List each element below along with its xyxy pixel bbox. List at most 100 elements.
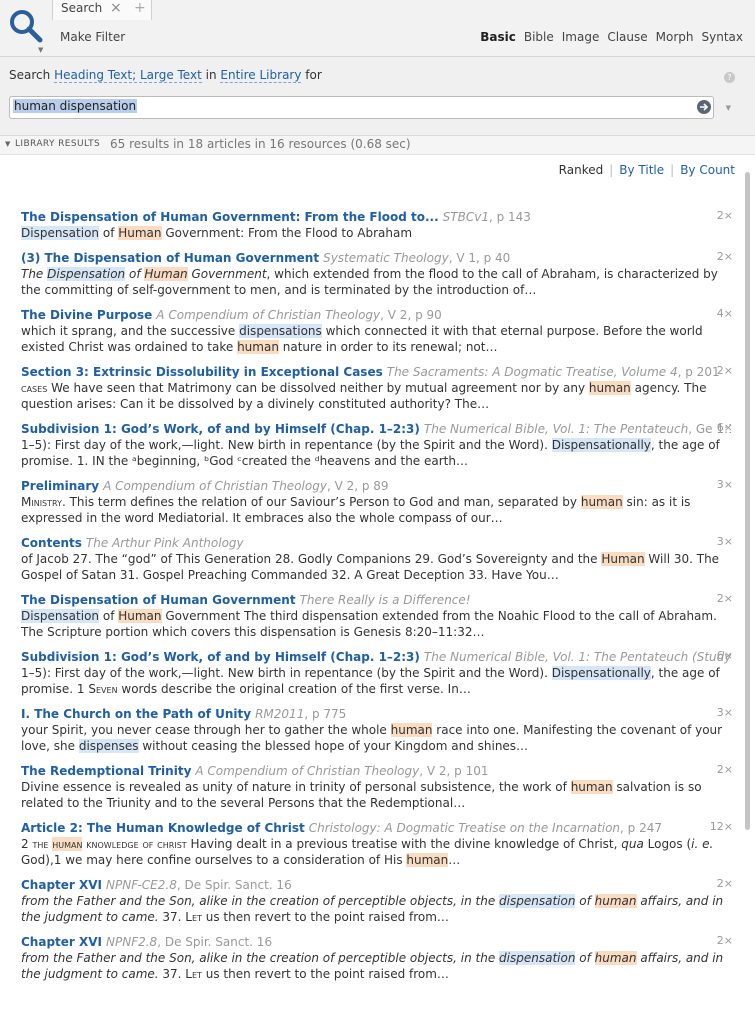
help-icon[interactable]: ?	[724, 72, 735, 83]
make-filter-button[interactable]: Make Filter	[60, 30, 125, 44]
search-mode-tabs: Basic Bible Image Clause Morph Syntax	[472, 30, 743, 44]
field-selector[interactable]: Heading Text; Large Text	[54, 68, 202, 83]
result-hit-count: 2×	[716, 763, 733, 776]
snippet-text: of	[125, 267, 145, 281]
result-source: STBCv1	[442, 210, 489, 224]
search-hit-highlight: Dispensation	[21, 226, 100, 240]
mode-tab-bible[interactable]: Bible	[524, 30, 554, 44]
result-title[interactable]: I. The Church on the Path of Unity	[21, 707, 251, 721]
result-title[interactable]: Article 2: The Human Knowledge of Christ	[21, 821, 305, 835]
result-source: NPNF-CE2.8	[106, 878, 177, 892]
for-word: for	[305, 68, 322, 82]
snippet-text: us then revert to the point raised from…	[201, 910, 449, 924]
result-location: , V 2, p 101	[419, 764, 489, 778]
result-item: Contents The Arthur Pink Anthology 3× of Ja…	[21, 535, 733, 583]
go-button[interactable]	[697, 100, 711, 114]
snippet-text: 1–5): First day of the work,—light. New …	[21, 666, 552, 680]
search-hit-highlight: Dispensationally	[551, 666, 651, 680]
search-hit-highlight: human	[570, 780, 613, 794]
result-location: , p 775	[304, 707, 347, 721]
search-input[interactable]: human dispensation	[9, 96, 714, 119]
result-hit-count: 12×	[709, 820, 733, 833]
sort-ranked[interactable]: Ranked	[559, 163, 604, 177]
result-hit-count: 2×	[716, 934, 733, 947]
result-snippet: of Jacob 27. The “god” of This Generatio…	[21, 551, 731, 583]
result-title[interactable]: The Dispensation of Human Government: Fr…	[21, 210, 439, 224]
snippet-text: from the Father and the Son, alike in th…	[21, 951, 500, 965]
result-title[interactable]: (3) The Dispensation of Human Government	[21, 251, 319, 265]
search-hit-highlight: dispensations	[239, 324, 322, 338]
new-tab-button[interactable]: +	[134, 0, 146, 16]
mode-tab-clause[interactable]: Clause	[607, 30, 647, 44]
sort-by-count[interactable]: By Count	[680, 163, 735, 177]
snippet-text: of	[575, 951, 595, 965]
result-item: Chapter XVI NPNF2.8, De Spir. Sanct. 16 2×…	[21, 934, 733, 982]
result-item: Section 3: Extrinsic Dissolubility in Ex…	[21, 364, 733, 412]
search-logo-button[interactable]: ▼	[0, 0, 48, 56]
result-item: The Redemptional Trinity A Compendium of …	[21, 763, 733, 811]
scrollbar[interactable]	[745, 172, 750, 830]
mode-tab-basic[interactable]: Basic	[480, 30, 516, 44]
result-title[interactable]: Contents	[21, 536, 82, 550]
snippet-text: Having dealt in a previous treatise with…	[186, 837, 622, 851]
result-item: Chapter XVI NPNF-CE2.8, De Spir. Sanct. 1…	[21, 877, 733, 925]
snippet-text: nature in order to its renewal; not…	[278, 340, 498, 354]
top-toolbar: ▼ Search × + Make Filter Basic Bible Image…	[0, 0, 755, 57]
result-title[interactable]: Subdivision 1: God’s Work, of and by Him…	[21, 650, 420, 664]
search-query-text: human dispensation	[13, 99, 138, 113]
scope-selector[interactable]: Entire Library	[220, 68, 302, 83]
result-title[interactable]: The Redemptional Trinity	[21, 764, 191, 778]
snippet-text: Ministry	[21, 495, 62, 509]
snippet-text: 2	[21, 837, 33, 851]
search-description: Search Heading Text; Large Text in Entir…	[9, 68, 322, 83]
mode-tab-image[interactable]: Image	[562, 30, 600, 44]
mode-tab-morph[interactable]: Morph	[656, 30, 694, 44]
search-panel: Search Heading Text; Large Text in Entir…	[0, 57, 755, 136]
arrow-right-icon	[700, 103, 709, 111]
result-snippet: Divine essence is revealed as unity of n…	[21, 779, 731, 811]
result-source: The Sacraments: A Dogmatic Treatise, Vol…	[386, 365, 678, 379]
history-dropdown-icon[interactable]: ▼	[726, 104, 731, 112]
result-snippet: 2 the human knowledge of christ Having d…	[21, 836, 731, 868]
chevron-down-icon: ▼	[38, 46, 44, 54]
result-hit-count: 4×	[716, 307, 733, 320]
result-title[interactable]: The Dispensation of Human Government	[21, 593, 296, 607]
snippet-text: of	[99, 226, 119, 240]
results-label: LIBRARY RESULTS	[15, 139, 101, 149]
close-icon[interactable]: ×	[110, 0, 122, 16]
search-hit-highlight: human	[594, 951, 637, 965]
result-hit-count: 3×	[716, 478, 733, 491]
result-hit-count: 3×	[716, 706, 733, 719]
result-snippet: your Spirit, you never cease through her…	[21, 722, 731, 754]
result-item: The Dispensation of Human Government: Fr…	[21, 209, 733, 241]
search-icon	[10, 10, 43, 43]
result-title[interactable]: Section 3: Extrinsic Dissolubility in Ex…	[21, 365, 383, 379]
results-summary: 65 results in 18 articles in 16 resource…	[110, 137, 411, 151]
result-title[interactable]: The Divine Purpose	[21, 308, 152, 322]
mode-tab-syntax[interactable]: Syntax	[702, 30, 743, 44]
result-item: Subdivision 1: God’s Work, of and by Him…	[21, 649, 733, 697]
result-source: RM2011	[255, 707, 305, 721]
snippet-text: …	[448, 853, 461, 867]
snippet-text: of	[575, 894, 595, 908]
result-title[interactable]: Chapter XVI	[21, 935, 102, 949]
result-snippet: The Dispensation of Human Government, wh…	[21, 266, 731, 298]
snippet-text: Let	[185, 910, 202, 924]
snippet-text: words describe the original creation of …	[117, 682, 471, 696]
result-title[interactable]: Chapter XVI	[21, 878, 102, 892]
sort-by-title[interactable]: By Title	[619, 163, 664, 177]
result-source: Systematic Theology	[323, 251, 449, 265]
snippet-text: cases	[21, 381, 48, 395]
snippet-text: us then revert to the point raised from…	[201, 967, 449, 981]
collapse-triangle-icon[interactable]: ▼	[5, 140, 10, 148]
result-location: , V 2, p 89	[326, 479, 389, 493]
snippet-text: Government: From the Flood to Abraham	[161, 226, 413, 240]
result-snippet: which it sprang, and the successive disp…	[21, 323, 731, 355]
result-source: The Arthur Pink Anthology	[85, 536, 244, 550]
result-title[interactable]: Preliminary	[21, 479, 99, 493]
snippet-text: your Spirit, you never cease through her…	[21, 723, 391, 737]
result-title[interactable]: Subdivision 1: God’s Work, of and by Him…	[21, 422, 420, 436]
result-snippet: cases We have seen that Matrimony can be…	[21, 380, 731, 412]
results-list: The Dispensation of Human Government: Fr…	[21, 209, 733, 991]
in-word: in	[205, 68, 217, 82]
